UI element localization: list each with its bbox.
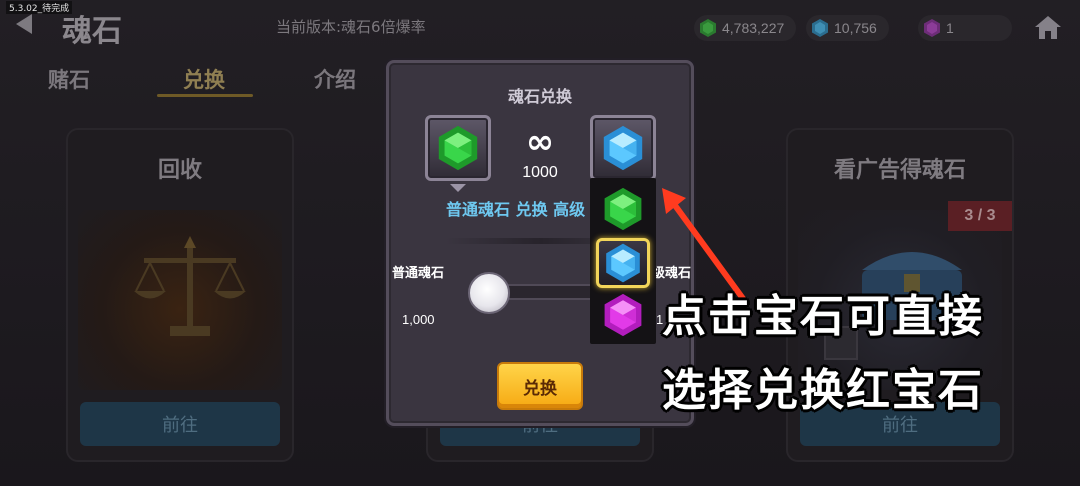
from-gem-slot[interactable] [425,115,491,181]
from-slot-dropdown-arrow [450,184,466,192]
blue-gem-icon [603,125,643,171]
exchange-description: 普通魂石 兑换 高级 [446,200,586,219]
version-text: 当前版本:魂石6倍爆率 [276,18,426,36]
infinity-symbol: ∞ [525,122,555,162]
top-bar: 5.3.02_待完成 魂石 当前版本:魂石6倍爆率 4,783,227 10,7… [0,0,1080,58]
card-recycle-button[interactable]: 前往 [80,402,280,446]
currency-green-value: 4,783,227 [722,20,785,36]
tab-gamble[interactable]: 赌石 [48,64,90,94]
card-recycle-title: 回收 [157,158,202,183]
tab-active-indicator [157,94,253,97]
blue-gem-icon [606,243,640,283]
home-icon[interactable] [1034,14,1062,40]
from-label: 普通魂石 [392,266,445,281]
purple-gem-icon [924,19,940,37]
currency-purple: 1 [918,15,1012,41]
gem-select-dropdown [590,178,656,344]
ad-count-badge: 3 / 3 [948,201,1012,231]
currency-blue-value: 10,756 [834,20,877,36]
card-recycle-art [78,210,282,390]
dialog-title: 魂石兑换 [507,87,572,106]
gem-option-blue[interactable] [596,238,650,288]
card-recycle: 回收 前往 [66,128,294,462]
tutorial-text-line1: 点击宝石可直接 [662,291,984,342]
tab-intro[interactable]: 介绍 [314,64,356,94]
page-title: 魂石 [62,14,122,49]
amount-slider-handle[interactable] [468,272,510,314]
back-arrow-icon[interactable] [16,14,32,34]
green-gem-icon [604,187,642,231]
gem-option-green[interactable] [596,184,650,234]
tutorial-text-line2: 选择兑换红宝石 [662,365,984,416]
scale-icon [134,236,246,336]
currency-purple-value: 1 [946,20,954,36]
tab-exchange[interactable]: 兑换 [183,64,225,94]
from-amount: 1,000 [402,312,435,327]
currency-blue: 10,756 [806,15,889,41]
currency-green: 4,783,227 [694,15,797,41]
purple-gem-icon [604,293,642,337]
green-gem-icon [438,125,478,171]
card-ad-title: 看广告得魂石 [833,158,966,183]
blue-gem-icon [812,19,828,37]
green-gem-icon [700,19,716,37]
exchange-button[interactable]: 兑换 [497,362,583,410]
exchange-rate: 1000 [522,164,558,181]
to-gem-slot[interactable] [590,115,656,181]
gem-option-purple[interactable] [596,290,650,340]
